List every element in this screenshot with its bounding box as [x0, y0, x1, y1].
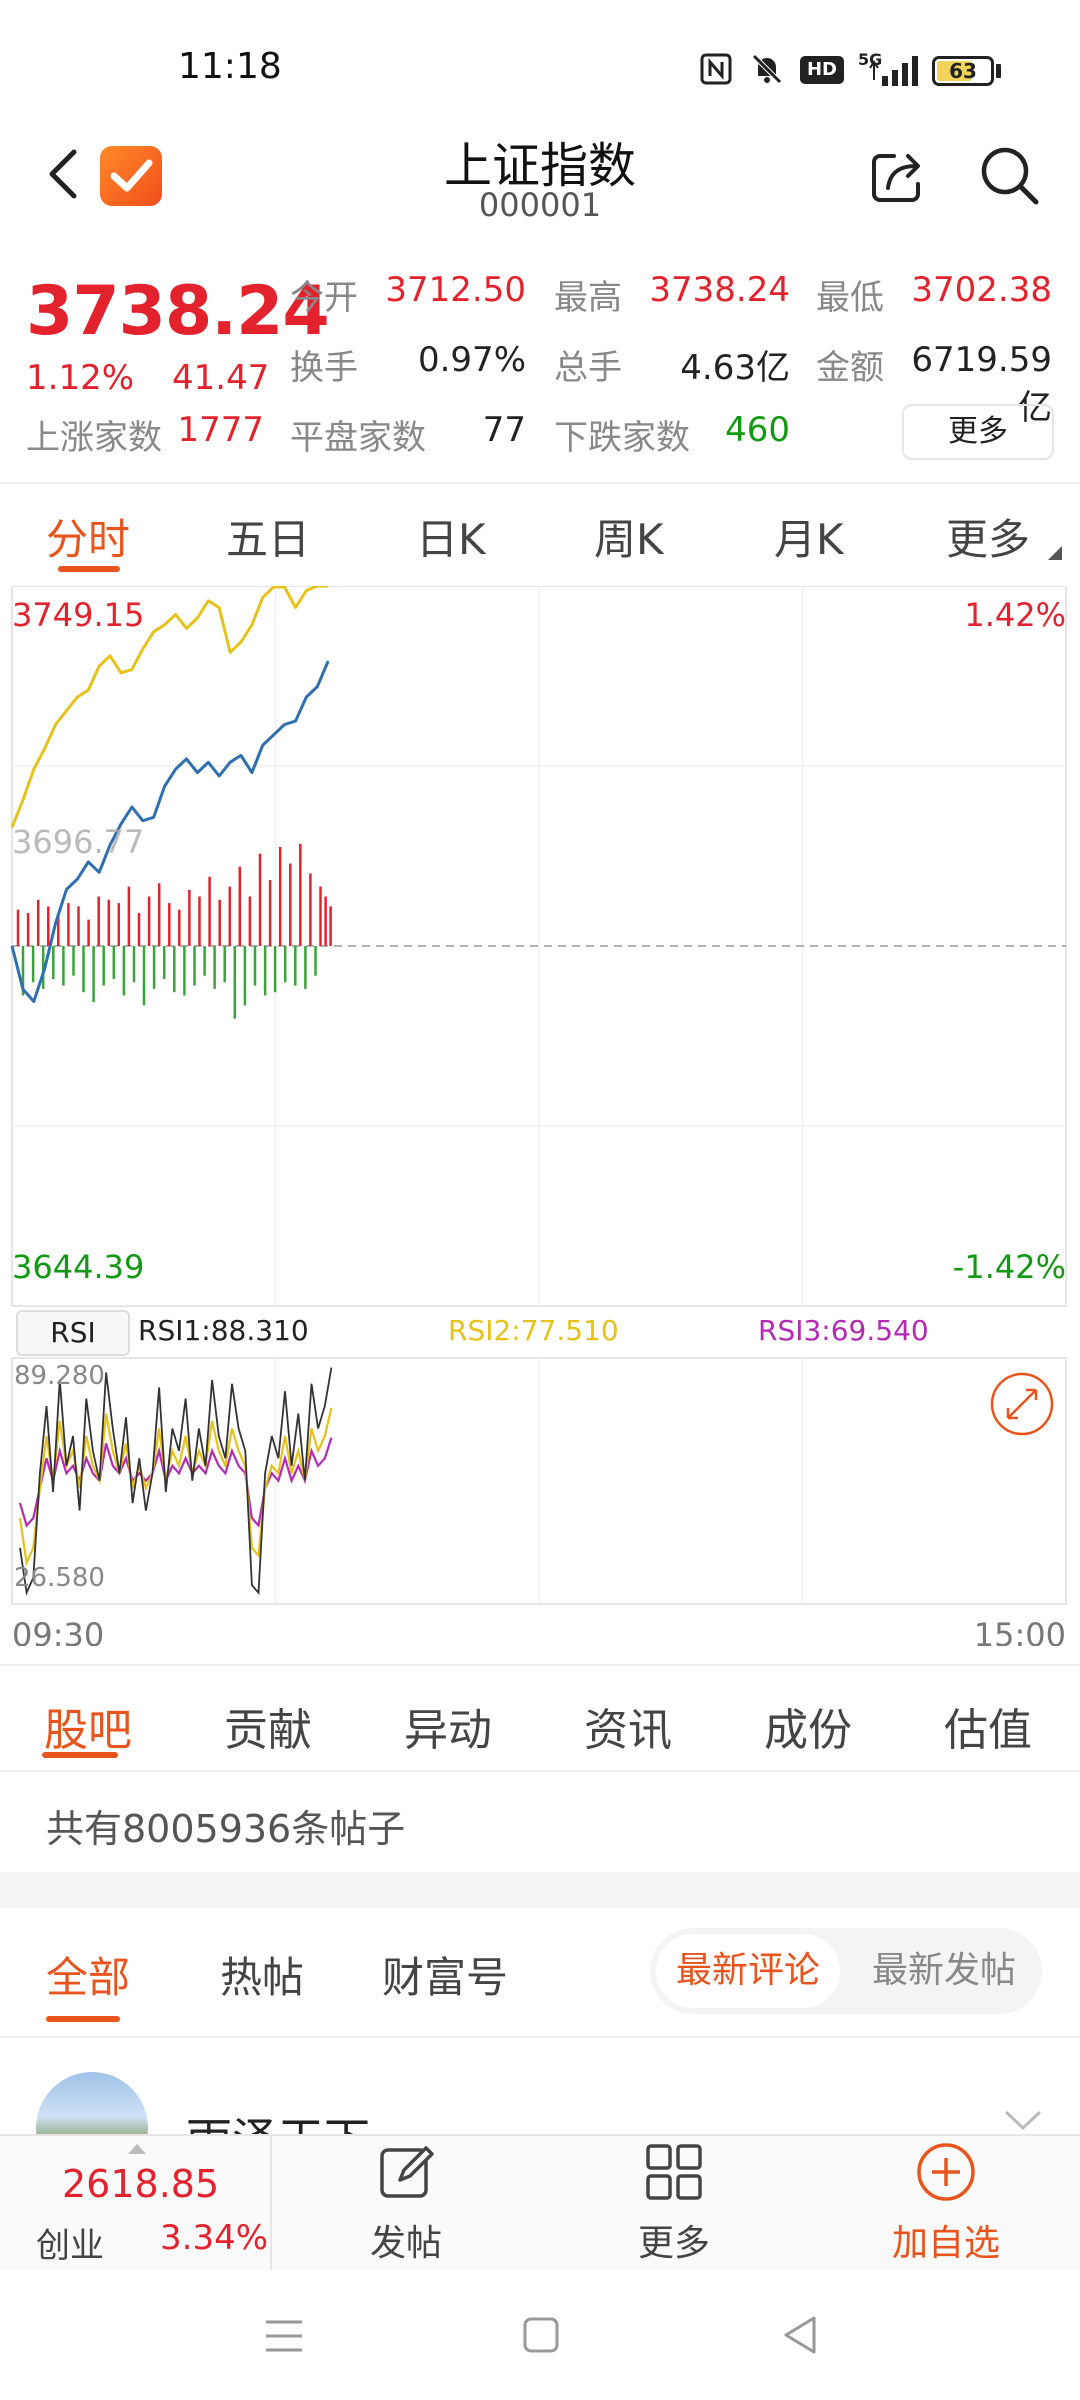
advancers-value: 1777	[177, 410, 264, 450]
post-button-label: 发帖	[369, 2223, 442, 2264]
search-icon[interactable]	[978, 144, 1040, 206]
sort-latest-comment-button[interactable]: 最新评论	[656, 1934, 840, 2008]
more-button-label: 更多	[637, 2223, 710, 2264]
hd-icon: HD	[800, 56, 844, 84]
home-icon[interactable]	[522, 2316, 560, 2354]
tab-all-posts[interactable]: 全部	[46, 1944, 130, 2005]
system-nav-bar	[0, 2270, 1080, 2400]
tab-intraday[interactable]: 分时	[46, 506, 130, 567]
decliners-value: 460	[725, 410, 790, 450]
rsi-line-r2	[18, 1407, 333, 1567]
tab-contribution[interactable]: 贡献	[224, 1694, 312, 1758]
section-gap	[0, 1872, 1080, 1908]
rsi-max-label: 89.280	[14, 1361, 105, 1391]
change-value: 41.47	[172, 358, 270, 398]
rsi-indicator-selector[interactable]: RSI	[16, 1310, 130, 1356]
rsi2-label: RSI2:77.510	[448, 1314, 619, 1347]
quote-more-button[interactable]: 更多	[902, 404, 1054, 460]
tab-active-indicator	[58, 566, 120, 572]
x-start-label: 09:30	[12, 1616, 104, 1646]
y-mid-label: 3696.77	[12, 823, 144, 861]
tab-hot-posts[interactable]: 热帖	[220, 1944, 304, 2005]
divider	[0, 2036, 1080, 2038]
rsi-line-r1	[19, 1367, 333, 1596]
unchanged-label: 平盘家数	[290, 418, 426, 458]
turnover-value: 0.97%	[417, 340, 526, 380]
add-watchlist-button[interactable]: 加自选	[866, 2140, 1026, 2266]
menu-icon[interactable]	[264, 2318, 304, 2354]
open-label: 今开	[290, 278, 358, 318]
battery-icon: 63	[932, 56, 994, 86]
add-watchlist-label: 加自选	[891, 2223, 1000, 2264]
pct-max-label: 1.42%	[964, 596, 1066, 634]
divider	[0, 1664, 1080, 1666]
y-max-label: 3749.15	[12, 596, 144, 634]
back-triangle-icon[interactable]	[780, 2314, 818, 2356]
tab-constituents[interactable]: 成份	[764, 1694, 852, 1758]
tab-weekly-k[interactable]: 周K	[594, 506, 664, 567]
status-time: 11:18	[178, 46, 282, 87]
tab-fortune-account[interactable]: 财富号	[382, 1944, 508, 2005]
unchanged-value: 77	[482, 410, 526, 450]
post-button[interactable]: 发帖	[326, 2140, 486, 2266]
caret-up-icon[interactable]	[128, 2144, 146, 2154]
grid-icon	[646, 2144, 702, 2200]
volume-value: 4.63亿	[680, 348, 790, 388]
add-circle-icon	[917, 2143, 975, 2201]
volume-label: 总手	[554, 348, 622, 388]
battery-level: 63	[949, 59, 977, 83]
mini-index-name[interactable]: 创业	[36, 2218, 104, 2267]
share-icon[interactable]	[868, 146, 928, 206]
tab-active-indicator	[42, 1752, 118, 1758]
low-label: 最低	[816, 278, 884, 318]
tab-more-periods[interactable]: 更多	[946, 506, 1030, 567]
expand-icon[interactable]	[990, 1372, 1054, 1436]
low-value: 3702.38	[911, 270, 1052, 310]
rsi-min-label: 26.580	[14, 1563, 105, 1593]
last-price: 3738.24	[26, 272, 330, 351]
sort-latest-post-button[interactable]: 最新发帖	[852, 1934, 1036, 2008]
more-button[interactable]: 更多	[594, 2140, 754, 2266]
post-count: 共有8005936条帖子	[46, 1807, 406, 1851]
rsi3-label: RSI3:69.540	[758, 1314, 929, 1347]
y-min-label: 3644.39	[12, 1248, 144, 1286]
nfc-icon	[700, 53, 732, 85]
intraday-chart[interactable]: 3749.15 1.42% 3696.77 3644.39 -1.42% 89.…	[0, 586, 1080, 1646]
tab-daily-k[interactable]: 日K	[416, 506, 486, 567]
signal-icon	[869, 56, 918, 86]
rsi1-label: RSI1:88.310	[138, 1314, 309, 1347]
tab-monthly-k[interactable]: 月K	[774, 506, 844, 567]
divider	[270, 2134, 272, 2270]
decliners-label: 下跌家数	[554, 418, 690, 458]
amount-label: 金额	[816, 348, 884, 388]
advancers-label: 上涨家数	[26, 418, 162, 458]
rsi-line-r3	[18, 1437, 333, 1528]
tab-news[interactable]: 资讯	[584, 1694, 672, 1758]
tab-movements[interactable]: 异动	[404, 1694, 492, 1758]
tab-active-indicator	[46, 2016, 120, 2022]
divider	[0, 1770, 1080, 1772]
volume-bars	[16, 843, 332, 1019]
high-label: 最高	[554, 278, 622, 318]
tab-five-day[interactable]: 五日	[226, 506, 310, 567]
tab-forum[interactable]: 股吧	[44, 1694, 132, 1758]
mute-bell-icon	[752, 54, 782, 84]
chevron-down-icon[interactable]	[1002, 2108, 1044, 2132]
mini-index-percent[interactable]: 3.34%	[160, 2218, 268, 2258]
pct-min-label: -1.42%	[953, 1248, 1066, 1286]
tab-valuation[interactable]: 估值	[944, 1694, 1032, 1758]
dropdown-triangle-icon	[1048, 546, 1062, 560]
turnover-label: 换手	[290, 348, 358, 388]
status-bar: 11:18 HD 5G 63	[0, 0, 1080, 130]
open-value: 3712.50	[385, 270, 526, 310]
edit-icon	[380, 2146, 434, 2198]
change-percent: 1.12%	[26, 358, 135, 398]
mini-index-value[interactable]: 2618.85	[62, 2162, 219, 2206]
high-value: 3738.24	[649, 270, 790, 310]
divider	[0, 482, 1080, 484]
x-end-label: 15:00	[974, 1616, 1066, 1646]
rsi-lines	[18, 1367, 333, 1596]
